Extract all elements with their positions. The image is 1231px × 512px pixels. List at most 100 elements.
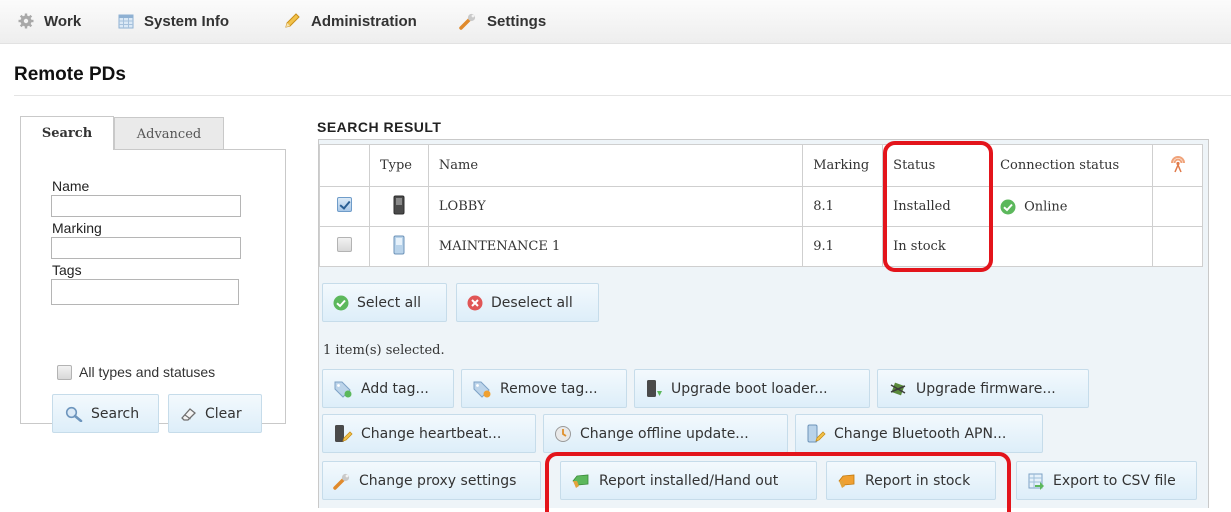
- column-header-connection-status[interactable]: Connection status: [989, 144, 1153, 187]
- selection-count: 1 item(s) selected.: [323, 343, 445, 358]
- upgrade-boot-loader-label: Upgrade boot loader...: [671, 380, 828, 397]
- column-header-marking[interactable]: Marking: [802, 144, 884, 187]
- row-connection-status: Online: [989, 186, 1153, 227]
- remove-tag-button[interactable]: Remove tag...: [461, 369, 627, 408]
- search-form: Name Marking Tags All types and statuses…: [20, 149, 286, 433]
- add-tag-label: Add tag...: [361, 380, 429, 397]
- row-marking: 9.1: [802, 226, 884, 267]
- tag-add-icon: [334, 381, 352, 398]
- column-header-name[interactable]: Name: [427, 144, 804, 187]
- table-header-row: Type Name Marking Status Connection stat…: [319, 144, 1203, 187]
- export-csv-label: Export to CSV file: [1053, 472, 1176, 489]
- nav-system-info-label: System Info: [144, 12, 230, 30]
- change-bluetooth-apn-label: Change Bluetooth APN...: [834, 425, 1007, 442]
- nav-system-info[interactable]: System Info: [118, 11, 229, 31]
- row-checkbox[interactable]: [336, 197, 352, 212]
- all-types-checkbox-row[interactable]: All types and statuses: [57, 364, 215, 380]
- search-button-label: Search: [91, 405, 140, 422]
- nav-settings-label: Settings: [487, 12, 547, 30]
- export-csv-button[interactable]: Export to CSV file: [1016, 461, 1197, 500]
- search-result-title: SEARCH RESULT: [317, 119, 442, 135]
- row-name: MAINTENANCE 1: [427, 226, 804, 267]
- device-dark-icon: [393, 195, 405, 214]
- nav-administration[interactable]: Administration: [283, 11, 417, 31]
- select-all-label: Select all: [357, 294, 421, 311]
- wrench-icon: [459, 13, 476, 30]
- connection-status-text: Online: [1024, 199, 1068, 214]
- eraser-icon: [181, 407, 196, 421]
- signal-icon: [1170, 155, 1185, 172]
- green-flag-icon: [572, 474, 589, 488]
- row-connection-status: [989, 226, 1153, 267]
- online-check-icon: [1000, 199, 1016, 214]
- nav-work[interactable]: Work: [18, 11, 81, 31]
- change-proxy-settings-label: Change proxy settings: [359, 472, 517, 489]
- row-name: LOBBY: [427, 186, 804, 227]
- gear-icon: [18, 13, 34, 29]
- search-button[interactable]: Search: [52, 394, 159, 433]
- check-circle-icon: [333, 295, 349, 310]
- deselect-all-button[interactable]: Deselect all: [456, 283, 599, 322]
- table-row[interactable]: MAINTENANCE 1 9.1 In stock: [319, 226, 1203, 267]
- calendar-icon: [118, 14, 134, 29]
- page-title: Remote PDs: [14, 64, 126, 85]
- nav-settings[interactable]: Settings: [459, 11, 546, 31]
- orange-flag-icon: [838, 474, 855, 488]
- device-bluetooth-icon: [807, 424, 826, 442]
- clear-button-label: Clear: [205, 405, 242, 422]
- change-heartbeat-label: Change heartbeat...: [361, 425, 502, 442]
- device-light-icon: [393, 235, 405, 254]
- nav-work-label: Work: [44, 12, 82, 30]
- select-all-button[interactable]: Select all: [322, 283, 447, 322]
- report-in-stock-button[interactable]: Report in stock: [826, 461, 996, 500]
- change-heartbeat-button[interactable]: Change heartbeat...: [322, 414, 536, 453]
- row-status: In stock: [882, 226, 991, 267]
- marking-label: Marking: [52, 220, 102, 236]
- remove-tag-label: Remove tag...: [500, 380, 598, 397]
- search-panel: Search Advanced Name Marking Tags All ty…: [20, 116, 286, 433]
- results-table: Type Name Marking Status Connection stat…: [319, 144, 1203, 267]
- top-menu-bar: Work System Info Administration Settings: [0, 0, 1231, 44]
- device-edit-icon: [335, 424, 353, 442]
- all-types-label: All types and statuses: [79, 364, 216, 380]
- all-types-checkbox[interactable]: [57, 364, 72, 380]
- deselect-all-label: Deselect all: [491, 294, 573, 311]
- table-row[interactable]: LOBBY 8.1 Installed Online: [319, 186, 1203, 227]
- change-offline-update-label: Change offline update...: [580, 425, 749, 442]
- column-header-type[interactable]: Type: [368, 144, 429, 187]
- cross-circle-icon: [467, 295, 483, 310]
- upgrade-firmware-label: Upgrade firmware...: [916, 380, 1056, 397]
- change-offline-update-button[interactable]: Change offline update...: [543, 414, 788, 453]
- tab-search[interactable]: Search: [20, 116, 114, 150]
- add-tag-button[interactable]: Add tag...: [322, 369, 454, 408]
- column-header-signal[interactable]: [1152, 144, 1203, 187]
- nav-administration-label: Administration: [311, 12, 417, 30]
- column-header-status[interactable]: Status: [882, 144, 991, 187]
- clock-refresh-icon: [555, 425, 571, 442]
- select-column-header: [319, 144, 370, 187]
- report-in-stock-label: Report in stock: [865, 472, 971, 489]
- spreadsheet-export-icon: [1028, 473, 1044, 490]
- clear-button[interactable]: Clear: [168, 394, 262, 433]
- firmware-chip-icon: [890, 382, 906, 395]
- change-bluetooth-apn-button[interactable]: Change Bluetooth APN...: [795, 414, 1043, 453]
- change-proxy-settings-button[interactable]: Change proxy settings: [322, 461, 541, 500]
- upgrade-boot-loader-button[interactable]: Upgrade boot loader...: [634, 369, 870, 408]
- report-installed-label: Report installed/Hand out: [599, 472, 779, 489]
- name-input[interactable]: [51, 195, 241, 217]
- tags-label: Tags: [52, 262, 82, 278]
- name-label: Name: [52, 178, 90, 194]
- device-upgrade-icon: [647, 379, 662, 397]
- upgrade-firmware-button[interactable]: Upgrade firmware...: [877, 369, 1089, 408]
- magnifier-icon: [65, 406, 83, 422]
- tab-advanced[interactable]: Advanced: [114, 117, 224, 150]
- tags-input[interactable]: [51, 279, 239, 305]
- title-divider: [14, 95, 1231, 96]
- marking-input[interactable]: [51, 237, 241, 259]
- row-status: Installed: [882, 186, 991, 227]
- wrench-icon: [333, 473, 350, 490]
- row-checkbox[interactable]: [336, 237, 352, 252]
- report-installed-button[interactable]: Report installed/Hand out: [560, 461, 817, 500]
- tag-remove-icon: [473, 381, 491, 398]
- row-marking: 8.1: [802, 186, 884, 227]
